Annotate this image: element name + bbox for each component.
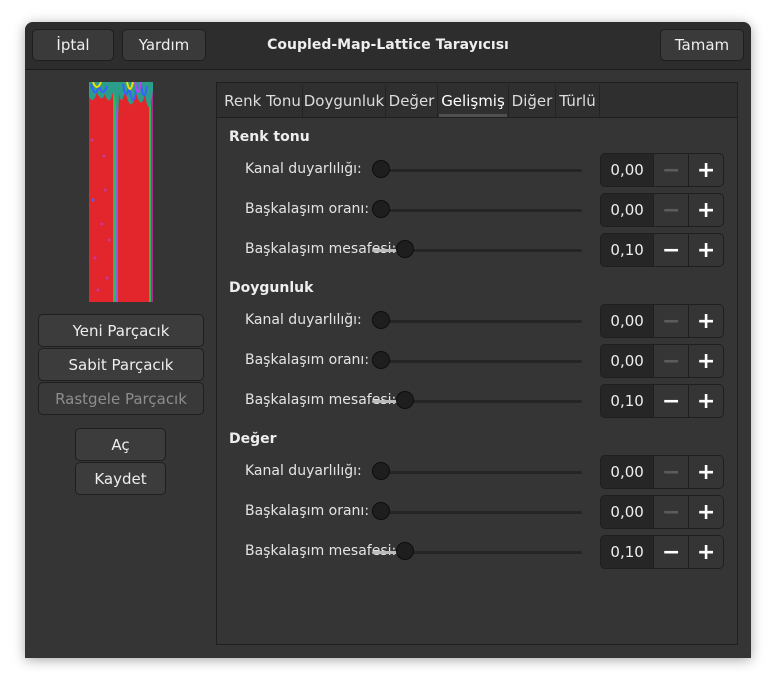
spin-value[interactable]: 0,00	[601, 345, 654, 377]
spin-value[interactable]: 0,10	[601, 385, 654, 417]
spin-value[interactable]: 0,10	[601, 234, 654, 266]
plus-icon[interactable]: +	[688, 194, 723, 226]
row-label: Başkalaşım oranı:	[245, 503, 370, 519]
minus-icon[interactable]: −	[653, 154, 689, 186]
random-seed-button[interactable]: Rastgele Parçacık	[38, 382, 204, 415]
spin-button: 0,00− +	[600, 495, 724, 529]
ok-button[interactable]: Tamam	[660, 29, 744, 61]
spin-button: 0,10− +	[600, 535, 724, 569]
tab-hue[interactable]: Renk Tonu	[223, 85, 303, 117]
section-title: Doygunluk	[229, 280, 314, 296]
plus-icon[interactable]: +	[688, 536, 723, 568]
slider-knob[interactable]	[372, 311, 390, 329]
dialog-window: İptal Yardım Coupled-Map-Lattice Tarayıc…	[25, 22, 751, 658]
dialog-title: Coupled-Map-Lattice Tarayıcısı	[267, 37, 509, 53]
minus-icon[interactable]: −	[653, 456, 689, 488]
pattern-preview	[89, 82, 153, 302]
settings-notebook: Renk Tonu Doygunluk Değer Gelişmiş Diğer…	[216, 82, 738, 645]
tab-advanced[interactable]: Gelişmiş	[438, 85, 509, 117]
row-label: Kanal duyarlılığı:	[245, 312, 362, 328]
slider-track	[372, 360, 582, 363]
header-bar: İptal Yardım Coupled-Map-Lattice Tarayıc…	[25, 22, 751, 70]
spin-value[interactable]: 0,00	[601, 496, 654, 528]
slider-kanal-duyarl-l-g[interactable]	[372, 160, 582, 180]
spin-value[interactable]: 0,00	[601, 456, 654, 488]
row-label: Başkalaşım oranı:	[245, 201, 370, 217]
slider-baskalas-m-mesafesi[interactable]	[372, 240, 582, 260]
slider-knob[interactable]	[396, 240, 415, 258]
row-label: Başkalaşım oranı:	[245, 352, 370, 368]
minus-icon[interactable]: −	[653, 345, 689, 377]
slider-baskalas-m-mesafesi[interactable]	[372, 391, 582, 411]
spin-value[interactable]: 0,10	[601, 536, 654, 568]
plus-icon[interactable]: +	[688, 456, 723, 488]
slider-track	[372, 209, 582, 212]
new-seed-button[interactable]: Yeni Parçacık	[38, 314, 204, 347]
slider-track	[372, 511, 582, 514]
slider-baskalas-m-oran[interactable]	[372, 351, 582, 371]
plus-icon[interactable]: +	[688, 496, 723, 528]
section-title: Renk tonu	[229, 129, 310, 145]
slider-track	[372, 320, 582, 323]
spin-button: 0,00− +	[600, 153, 724, 187]
slider-knob[interactable]	[372, 462, 390, 480]
slider-kanal-duyarl-l-g[interactable]	[372, 462, 582, 482]
plus-icon[interactable]: +	[688, 154, 723, 186]
help-button[interactable]: Yardım	[122, 29, 206, 61]
spin-button: 0,10− +	[600, 384, 724, 418]
tab-saturation[interactable]: Doygunluk	[303, 85, 386, 117]
spin-button: 0,00− +	[600, 344, 724, 378]
section-title: Değer	[229, 431, 277, 447]
slider-knob[interactable]	[372, 351, 390, 369]
plus-icon[interactable]: +	[688, 385, 723, 417]
slider-kanal-duyarl-l-g[interactable]	[372, 311, 582, 331]
row-label: Kanal duyarlılığı:	[245, 463, 362, 479]
slider-track	[372, 169, 582, 172]
minus-icon[interactable]: −	[653, 496, 689, 528]
row-label: Kanal duyarlılığı:	[245, 161, 362, 177]
save-button[interactable]: Kaydet	[75, 462, 166, 495]
slider-baskalas-m-oran[interactable]	[372, 200, 582, 220]
preview-image	[89, 82, 153, 302]
spin-button: 0,00− +	[600, 304, 724, 338]
spin-button: 0,10− +	[600, 233, 724, 267]
tab-value[interactable]: Değer	[386, 85, 438, 117]
plus-icon[interactable]: +	[688, 345, 723, 377]
tab-others[interactable]: Diğer	[509, 85, 556, 117]
slider-baskalas-m-mesafesi[interactable]	[372, 542, 582, 562]
slider-knob[interactable]	[372, 160, 390, 178]
spin-button: 0,00− +	[600, 193, 724, 227]
spin-value[interactable]: 0,00	[601, 194, 654, 226]
tab-misc[interactable]: Türlü	[556, 85, 600, 117]
spin-value[interactable]: 0,00	[601, 305, 654, 337]
plus-icon[interactable]: +	[688, 234, 723, 266]
tab-bar: Renk Tonu Doygunluk Değer Gelişmiş Diğer…	[217, 83, 737, 118]
spin-value[interactable]: 0,00	[601, 154, 654, 186]
open-button[interactable]: Aç	[75, 428, 166, 461]
slider-baskalas-m-oran[interactable]	[372, 502, 582, 522]
slider-knob[interactable]	[372, 200, 390, 218]
spin-button: 0,00− +	[600, 455, 724, 489]
slider-knob[interactable]	[396, 542, 415, 560]
cancel-button[interactable]: İptal	[32, 29, 114, 61]
slider-track	[372, 471, 582, 474]
minus-icon[interactable]: −	[653, 305, 689, 337]
plus-icon[interactable]: +	[688, 305, 723, 337]
fixed-seed-button[interactable]: Sabit Parçacık	[38, 348, 204, 381]
minus-icon[interactable]: −	[653, 385, 689, 417]
slider-knob[interactable]	[372, 502, 390, 520]
minus-icon[interactable]: −	[653, 536, 689, 568]
slider-knob[interactable]	[396, 391, 415, 409]
minus-icon[interactable]: −	[653, 194, 689, 226]
minus-icon[interactable]: −	[653, 234, 689, 266]
